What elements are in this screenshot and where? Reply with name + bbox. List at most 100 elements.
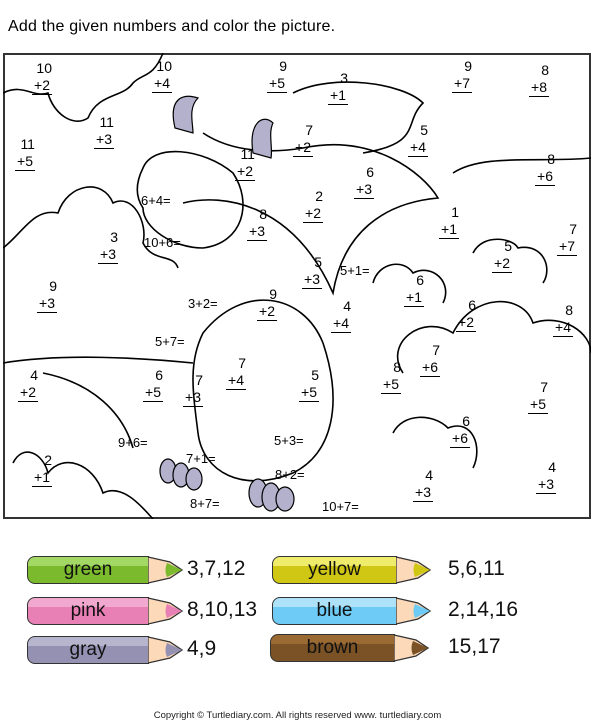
- equation[interactable]: 8+2=: [275, 467, 305, 482]
- problem[interactable]: 3 +3: [98, 229, 118, 264]
- problem[interactable]: 4 +4: [331, 298, 351, 333]
- pencil-body: gray: [27, 636, 149, 664]
- problem[interactable]: 9 +5: [267, 58, 287, 93]
- dragon-horn: [172, 95, 200, 134]
- addend: 11: [20, 136, 35, 152]
- equation[interactable]: 5+7=: [155, 334, 185, 349]
- problem[interactable]: 5 +3: [302, 254, 322, 289]
- equation[interactable]: 6+4=: [141, 193, 171, 208]
- addend: 8: [541, 62, 549, 78]
- addend: +7: [452, 75, 472, 93]
- addend: 4: [425, 467, 433, 483]
- problem[interactable]: 8 +8: [529, 62, 549, 97]
- pencil-body: blue: [272, 597, 397, 625]
- worksheet: Add the given numbers and color the pict…: [0, 0, 595, 725]
- problem[interactable]: 7 +5: [528, 379, 548, 414]
- addend: +6: [450, 430, 470, 448]
- problem[interactable]: 7 +3: [183, 372, 203, 407]
- problem[interactable]: 5 +4: [408, 122, 428, 157]
- addend: 2: [315, 188, 323, 204]
- problem[interactable]: 11 +2: [235, 146, 255, 181]
- addend: 7: [238, 355, 246, 371]
- pencil-body: pink: [27, 597, 149, 625]
- pencil-tip-icon: [394, 634, 430, 662]
- pencil-tip-icon: [148, 636, 184, 664]
- addend: +5: [381, 376, 401, 394]
- addend: 7: [569, 221, 577, 237]
- equation[interactable]: 9+6=: [118, 435, 148, 450]
- pencil-color-label: green: [63, 559, 113, 580]
- problem[interactable]: 4 +3: [536, 459, 556, 494]
- addend: 6: [366, 164, 374, 180]
- pencil-tip-icon: [396, 556, 432, 584]
- equation[interactable]: 10+7=: [322, 499, 359, 514]
- addend: 8: [393, 359, 401, 375]
- problem[interactable]: 4 +2: [18, 367, 38, 402]
- color-numbers: 15,17: [448, 635, 501, 658]
- addend: 7: [432, 342, 440, 358]
- color-numbers: 8,10,13: [187, 598, 258, 621]
- addend: 5: [504, 238, 512, 254]
- equation[interactable]: 5+1=: [340, 263, 370, 278]
- addend: 9: [464, 58, 472, 74]
- problem[interactable]: 5 +5: [299, 367, 319, 402]
- addend: 5: [311, 367, 319, 383]
- color-numbers: 4,9: [187, 637, 217, 660]
- cloud-outline: [3, 53, 164, 122]
- addend: +1: [439, 221, 459, 239]
- problem[interactable]: 5 +2: [492, 238, 512, 273]
- copyright: Copyright © Turtlediary.com. All rights …: [153, 710, 442, 721]
- problem[interactable]: 7 +7: [557, 221, 577, 256]
- equation[interactable]: 3+2=: [188, 296, 218, 311]
- addend: +2: [492, 255, 512, 273]
- equation[interactable]: 10+6=: [144, 235, 181, 250]
- addend: 7: [305, 122, 313, 138]
- addend: +2: [18, 384, 38, 402]
- problem[interactable]: 6 +6: [450, 413, 470, 448]
- problem[interactable]: 1 +1: [439, 204, 459, 239]
- problem[interactable]: 9 +3: [37, 278, 57, 313]
- problem[interactable]: 3 +1: [328, 70, 348, 105]
- problem[interactable]: 6 +1: [404, 272, 424, 307]
- problem[interactable]: 8 +3: [247, 206, 267, 241]
- problem[interactable]: 8 +4: [553, 302, 573, 337]
- problem[interactable]: 10 +4: [152, 58, 172, 93]
- addend: 2: [44, 452, 52, 468]
- pencil-color-label: yellow: [308, 559, 361, 580]
- dragon-claw: [185, 467, 203, 491]
- problem[interactable]: 6 +3: [354, 164, 374, 199]
- problem[interactable]: 7 +6: [420, 342, 440, 377]
- addend: +5: [143, 384, 163, 402]
- problem[interactable]: 7 +2: [293, 122, 313, 157]
- problem[interactable]: 6 +5: [143, 367, 163, 402]
- dragon-horn: [251, 118, 274, 159]
- addend: +1: [32, 469, 52, 487]
- addend: +1: [328, 87, 348, 105]
- addend: +2: [293, 139, 313, 157]
- problem[interactable]: 8 +6: [535, 151, 555, 186]
- problem[interactable]: 4 +3: [413, 467, 433, 502]
- pencil-body: brown: [270, 634, 395, 662]
- problem[interactable]: 10 +2: [32, 60, 52, 95]
- addend: +3: [247, 223, 267, 241]
- problem[interactable]: 9 +7: [452, 58, 472, 93]
- problem[interactable]: 11 +5: [15, 136, 35, 171]
- problem[interactable]: 11 +3: [94, 114, 114, 149]
- problem[interactable]: 2 +1: [32, 452, 52, 487]
- pencil-tip-icon: [396, 597, 432, 625]
- problem[interactable]: 2 +2: [303, 188, 323, 223]
- equation[interactable]: 5+3=: [274, 433, 304, 448]
- color-numbers: 5,6,11: [448, 557, 505, 580]
- addend: 9: [279, 58, 287, 74]
- ground-line: [3, 356, 194, 364]
- problem[interactable]: 9 +2: [257, 286, 277, 321]
- equation[interactable]: 7+1=: [186, 451, 216, 466]
- addend: 5: [420, 122, 428, 138]
- addend: 11: [99, 114, 114, 130]
- equation[interactable]: 8+7=: [190, 496, 220, 511]
- problem[interactable]: 8 +5: [381, 359, 401, 394]
- problem[interactable]: 7 +4: [226, 355, 246, 390]
- problem[interactable]: 6 +2: [456, 297, 476, 332]
- addend: 6: [155, 367, 163, 383]
- addend: +3: [94, 131, 114, 149]
